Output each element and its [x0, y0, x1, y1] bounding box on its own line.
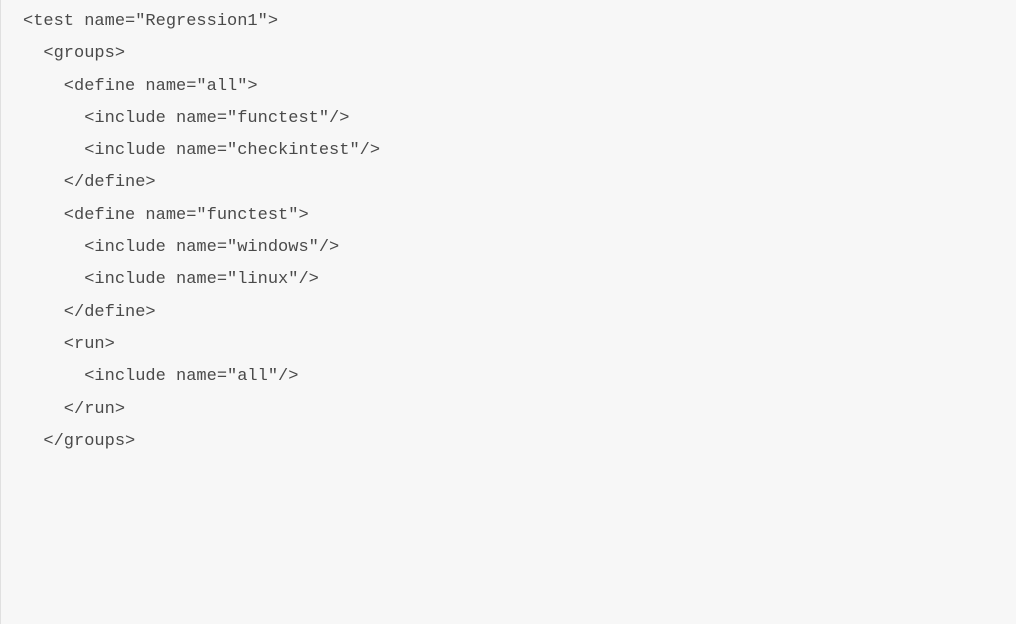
- code-line: </define>: [23, 167, 1016, 199]
- code-line: <define name="functest">: [23, 200, 1016, 232]
- code-block: <test name="Regression1"> <groups> <defi…: [1, 6, 1016, 458]
- code-line: </groups>: [23, 426, 1016, 458]
- code-line: <include name="windows"/>: [23, 232, 1016, 264]
- code-line: </define>: [23, 297, 1016, 329]
- code-line: <run>: [23, 329, 1016, 361]
- code-line: <groups>: [23, 38, 1016, 70]
- code-line: </run>: [23, 394, 1016, 426]
- code-line: <test name="Regression1">: [23, 6, 1016, 38]
- code-line: <include name="checkintest"/>: [23, 135, 1016, 167]
- code-line: <include name="functest"/>: [23, 103, 1016, 135]
- code-line: <define name="all">: [23, 71, 1016, 103]
- code-line: <include name="linux"/>: [23, 264, 1016, 296]
- code-line: <include name="all"/>: [23, 361, 1016, 393]
